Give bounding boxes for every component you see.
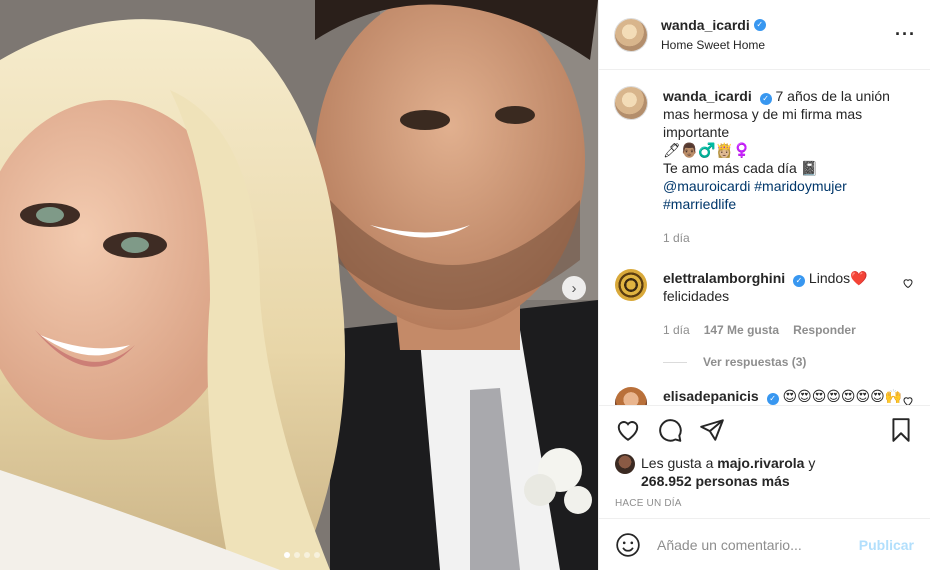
carousel-dot [294, 552, 300, 558]
caption-body: wanda_icardi ✓ 7 años de la unión mas he… [663, 87, 914, 247]
comment-bubble-icon[interactable] [657, 417, 683, 443]
comment-item: elettralamborghini ✓ Lindos❤️ felicidade… [615, 269, 914, 339]
comment-like-heart-icon[interactable] [902, 277, 914, 289]
likes-prefix: Les gusta a [641, 455, 714, 471]
comment-like-heart-icon[interactable] [902, 395, 914, 405]
likes-summary: Les gusta a majo.rivarola y 268.952 pers… [615, 454, 914, 490]
liker-avatar[interactable] [615, 454, 635, 474]
publish-button[interactable]: Publicar [859, 537, 914, 553]
caption: wanda_icardi ✓ 7 años de la unión mas he… [615, 87, 914, 247]
add-comment-bar: Publicar [599, 518, 930, 570]
comment-username[interactable]: elettralamborghini [663, 270, 785, 286]
chevron-right-icon: › [571, 279, 577, 297]
reply-button[interactable]: Responder [793, 321, 856, 339]
more-options-icon[interactable]: ··· [895, 24, 916, 45]
post-photo[interactable]: › [0, 0, 598, 570]
comment-body: elisadepanicis ✓ 😍😍😍😍😍😍😍🙌 ❤️❤️❤️❤️ [663, 387, 914, 405]
post-side-panel: wanda_icardi ✓ Home Sweet Home ··· wanda… [598, 0, 930, 570]
liker-username[interactable]: majo.rivarola [717, 455, 804, 471]
post-timestamp[interactable]: HACE UN DÍA [615, 498, 914, 509]
instagram-post: › wanda_icardi ✓ Home Sweet Home ··· wan… [0, 0, 930, 570]
verified-badge-icon: ✓ [793, 275, 806, 287]
view-replies-label[interactable]: Ver respuestas (3) [703, 355, 806, 369]
caption-hashtag[interactable]: #maridoymujer [754, 178, 847, 194]
author-info: wanda_icardi ✓ Home Sweet Home [661, 17, 895, 52]
likes-connector: y [808, 455, 816, 471]
comment-likes[interactable]: 147 Me gusta [704, 321, 779, 339]
carousel-dot [304, 552, 310, 558]
verified-badge-icon: ✓ [766, 393, 779, 405]
caption-username[interactable]: wanda_icardi [663, 88, 752, 104]
view-replies-button[interactable]: Ver respuestas (3) [663, 355, 914, 369]
verified-badge-icon: ✓ [759, 93, 772, 105]
post-location[interactable]: Home Sweet Home [661, 38, 895, 52]
carousel-dots [284, 552, 320, 558]
smiley-icon[interactable] [615, 532, 641, 558]
commenter-avatar[interactable] [615, 269, 647, 301]
caption-text-2: Te amo más cada día 📓 [663, 160, 819, 176]
post-header: wanda_icardi ✓ Home Sweet Home ··· [599, 0, 930, 70]
likes-text: Les gusta a majo.rivarola y 268.952 pers… [641, 454, 815, 490]
author-username[interactable]: wanda_icardi ✓ [661, 17, 766, 33]
comment-item: elisadepanicis ✓ 😍😍😍😍😍😍😍🙌 ❤️❤️❤️❤️ [615, 387, 914, 405]
post-actions: Les gusta a majo.rivarola y 268.952 pers… [599, 405, 930, 519]
author-avatar[interactable] [615, 18, 647, 51]
carousel-next-button[interactable]: › [562, 276, 586, 300]
author-username-text[interactable]: wanda_icardi [661, 17, 750, 33]
caption-hashtag[interactable]: #marriedlife [663, 196, 736, 212]
comment-input[interactable] [657, 536, 859, 553]
caption-author-avatar[interactable] [615, 87, 647, 119]
comment-body: elettralamborghini ✓ Lindos❤️ felicidade… [663, 269, 914, 339]
commenter-avatar[interactable] [615, 387, 647, 405]
carousel-dot-active [284, 552, 290, 558]
comment-username[interactable]: elisadepanicis [663, 388, 759, 404]
like-heart-icon[interactable] [615, 417, 641, 443]
bookmark-icon[interactable] [888, 417, 914, 443]
carousel-dot [314, 552, 320, 558]
share-paper-plane-icon[interactable] [699, 417, 725, 443]
comment-meta: 1 día 147 Me gusta Responder [663, 321, 914, 339]
verified-badge-icon: ✓ [753, 19, 766, 31]
caption-emojis: 🖊👨🏽‍♂️👸🏼‍♀️ [663, 142, 751, 158]
caption-time[interactable]: 1 día [663, 229, 690, 247]
caption-mention[interactable]: @mauroicardi [663, 178, 750, 194]
comments-list[interactable]: wanda_icardi ✓ 7 años de la unión mas he… [599, 71, 930, 405]
action-icons [615, 406, 914, 454]
replies-divider [663, 361, 687, 363]
caption-meta: 1 día [663, 229, 914, 247]
likes-count[interactable]: 268.952 personas más [641, 473, 790, 489]
photo-illustration [0, 0, 598, 570]
comment-time[interactable]: 1 día [663, 321, 690, 339]
